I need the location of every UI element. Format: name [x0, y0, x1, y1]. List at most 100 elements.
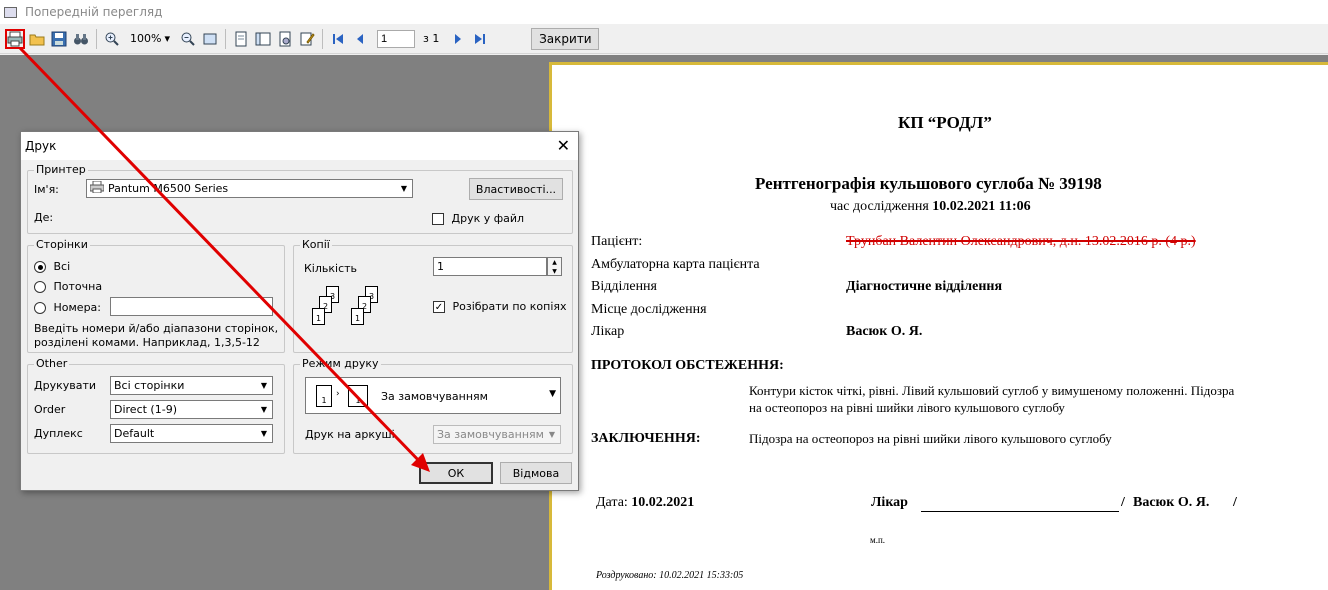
signature-line	[921, 511, 1119, 512]
exam-time-label: час дослідження	[830, 199, 929, 214]
stamp-place: м.п.	[870, 535, 886, 545]
page-number-input[interactable]	[377, 29, 415, 48]
pages-numbers-option[interactable]: Номера:	[34, 301, 101, 314]
prev-page-icon[interactable]	[350, 29, 370, 49]
ok-button[interactable]: ОК	[419, 462, 493, 484]
zoom-in-icon[interactable]	[102, 29, 122, 49]
window-title: Попередній перегляд	[25, 5, 163, 19]
printed-label: Роздруковано:	[596, 570, 657, 581]
collate-illustration: 3 2 1 3 2 1	[304, 284, 394, 344]
toolbar-separator	[322, 28, 323, 49]
place-label: Місце дослідження	[591, 302, 707, 317]
page-numbers-input[interactable]	[110, 297, 273, 316]
dept-value: Діагностичне відділення	[846, 279, 1003, 294]
print-mode-select[interactable]: 1 › 1 За замовчуванням ▼	[305, 377, 561, 414]
printer-icon	[89, 180, 105, 196]
close-icon[interactable]: ✕	[557, 138, 570, 154]
print-to-file-option[interactable]: Друк у файл	[432, 212, 524, 225]
pages-hint-line-1: Введіть номери й/або діапазони сторінок,	[34, 322, 279, 335]
chevron-down-icon: ▼	[260, 405, 268, 414]
sign-slash-1: /	[1121, 495, 1125, 510]
collate-page-1: 1	[351, 308, 364, 325]
date-label: Дата:	[596, 495, 628, 510]
collate-page-1: 1	[312, 308, 325, 325]
page-setup-icon[interactable]	[275, 29, 295, 49]
duplex-select[interactable]: Default ▼	[110, 424, 273, 443]
chevron-down-icon: ▼	[549, 389, 556, 399]
pages-numbers-radio[interactable]	[34, 302, 46, 314]
printer-properties-button[interactable]: Властивості...	[469, 178, 563, 200]
fit-page-icon[interactable]	[200, 29, 220, 49]
pages-group: Сторінки Всі Поточна Номера: Введіть ном…	[27, 238, 285, 353]
toolbar-separator	[225, 28, 226, 49]
pages-numbers-label: Номера:	[53, 301, 102, 314]
protocol-line-2: на остеопороз на рівні шийки лівого куль…	[749, 400, 1065, 415]
duplex-value: Default	[114, 427, 155, 440]
pages-all-option[interactable]: Всі	[34, 260, 70, 273]
sign-doctor-label: Лікар	[871, 495, 908, 510]
duplex-label: Дуплекс	[34, 427, 83, 440]
print-to-file-checkbox[interactable]	[432, 213, 444, 225]
page-width-icon[interactable]	[253, 29, 273, 49]
copies-group-label: Копії	[300, 238, 332, 251]
card-label: Амбулаторна карта пацієнта	[591, 257, 760, 272]
copies-spinner[interactable]: ▲ ▼	[547, 257, 562, 276]
date-value: 10.02.2021	[631, 495, 695, 510]
order-label: Order	[34, 403, 66, 416]
copies-group: Копії Кількість 1 ▲ ▼ 3 2 1 3 2 1 ✓ Розі…	[293, 238, 573, 353]
toolbar-separator	[96, 28, 97, 49]
next-page-icon[interactable]	[448, 29, 468, 49]
single-page-icon[interactable]	[231, 29, 251, 49]
pages-current-label: Поточна	[53, 280, 103, 293]
binoculars-icon[interactable]	[71, 29, 91, 49]
other-group: Other Друкувати Всі сторінки ▼ Order Dir…	[27, 357, 285, 454]
spinner-down-icon[interactable]: ▼	[548, 267, 561, 276]
chevron-down-icon: ▼	[260, 429, 268, 438]
page-count: з 1	[423, 32, 440, 45]
zoom-out-icon[interactable]	[178, 29, 198, 49]
print-range-label: Друкувати	[34, 379, 97, 392]
print-range-select[interactable]: Всі сторінки ▼	[110, 376, 273, 395]
conclusion-label: ЗАКЛЮЧЕННЯ:	[591, 431, 701, 446]
copies-count-input[interactable]: 1	[433, 257, 547, 276]
pages-current-option[interactable]: Поточна	[34, 280, 102, 293]
collate-option[interactable]: ✓ Розібрати по копіях	[433, 300, 567, 313]
dept-label: Відділення	[591, 279, 657, 294]
first-page-icon[interactable]	[328, 29, 348, 49]
print-icon[interactable]	[5, 28, 25, 49]
pages-current-radio[interactable]	[34, 281, 46, 293]
edit-icon[interactable]	[297, 29, 317, 49]
date: Дата: 10.02.2021	[596, 495, 694, 511]
pages-all-label: Всі	[53, 260, 71, 273]
order-value: Direct (1-9)	[114, 403, 177, 416]
print-mode-page-icon: 1	[348, 385, 368, 407]
document-title: Рентгенографія кульшового суглоба № 3919…	[755, 174, 1102, 193]
order-select[interactable]: Direct (1-9) ▼	[110, 400, 273, 419]
last-page-icon[interactable]	[470, 29, 490, 49]
exam-time: час дослідження 10.02.2021 11:06	[830, 199, 1031, 215]
patient-label: Пацієнт:	[591, 234, 643, 249]
close-preview-button[interactable]: Закрити	[531, 27, 600, 50]
save-icon[interactable]	[49, 29, 69, 49]
spinner-up-icon[interactable]: ▲	[548, 258, 561, 267]
printer-select-value: Pantum M6500 Series	[108, 182, 229, 195]
collate-label: Розібрати по копіях	[452, 300, 567, 313]
print-mode-group: Режим друку 1 › 1 За замовчуванням ▼ Дру…	[293, 357, 573, 454]
open-folder-icon[interactable]	[27, 29, 47, 49]
app-icon	[4, 6, 17, 18]
copies-count-value: 1	[437, 260, 444, 273]
zoom-select[interactable]: 100% ▾	[127, 29, 173, 48]
sign-slash-2: /	[1233, 495, 1237, 510]
zoom-value: 100%	[130, 32, 162, 45]
sign-doctor-value: Васюк О. Я.	[1133, 495, 1210, 510]
pages-all-radio[interactable]	[34, 261, 46, 273]
cancel-button[interactable]: Відмова	[500, 462, 572, 484]
printer-select[interactable]: Pantum M6500 Series ▼	[86, 179, 413, 198]
collate-checkbox[interactable]: ✓	[433, 301, 445, 313]
print-range-value: Всі сторінки	[114, 379, 185, 392]
title-bar: Попередній перегляд	[0, 0, 1328, 24]
protocol-label: ПРОТОКОЛ ОБСТЕЖЕННЯ:	[591, 358, 784, 373]
dialog-title-bar: Друк ✕	[21, 132, 578, 160]
pages-hint-line-2: розділені комами. Наприклад, 1,3,5-12	[34, 336, 260, 349]
printed-value: 10.02.2021 15:33:05	[659, 570, 744, 581]
